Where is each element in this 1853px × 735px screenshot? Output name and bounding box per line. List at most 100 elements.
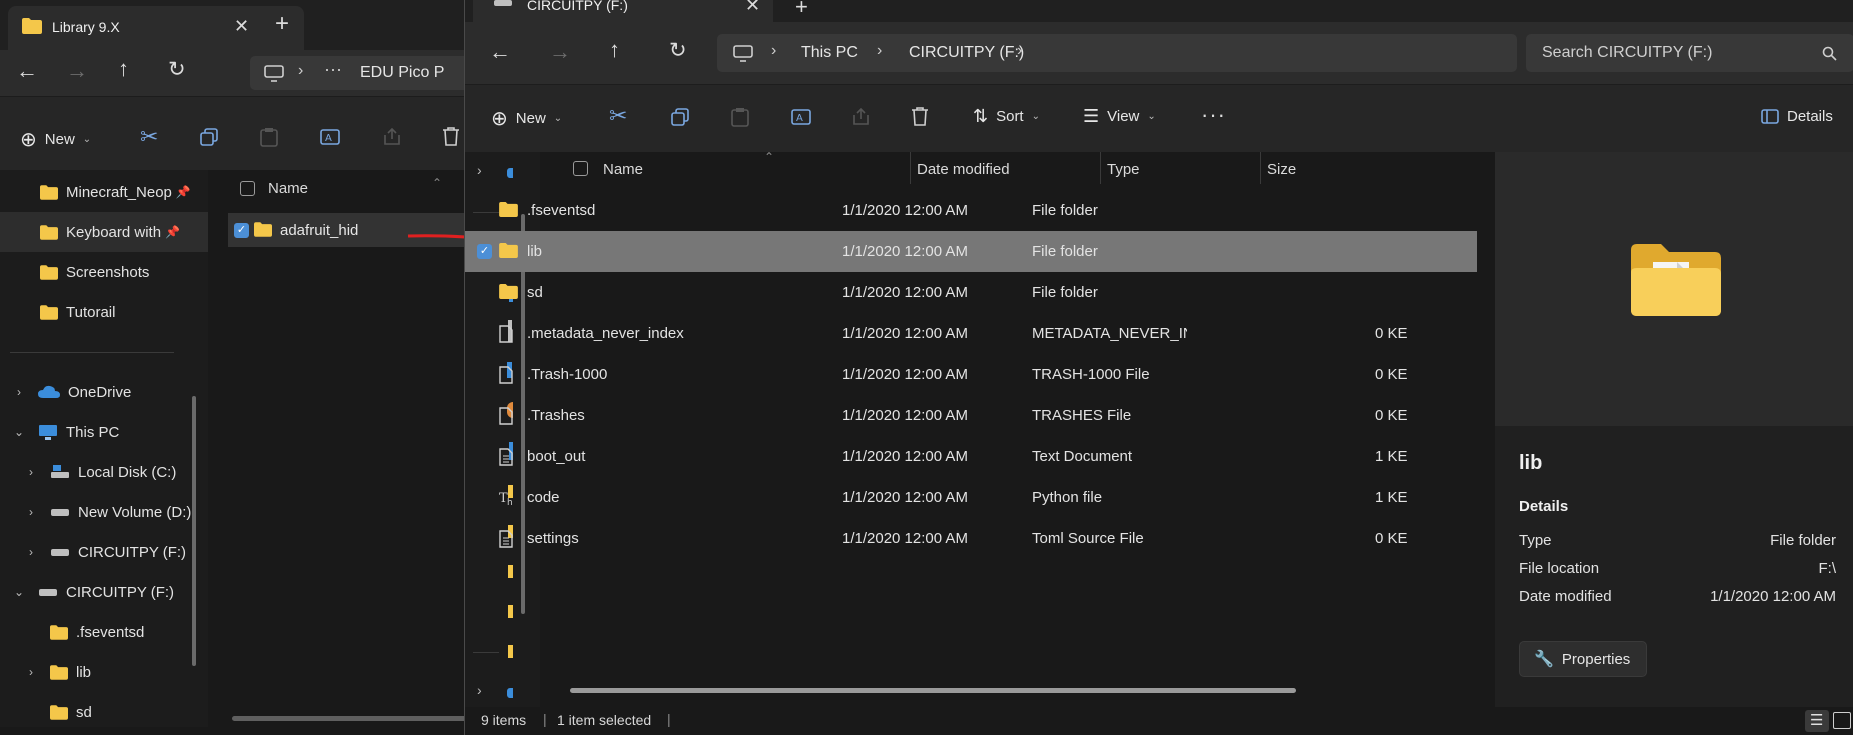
breadcrumb-this-pc[interactable]: This PC xyxy=(801,44,858,62)
paste-icon[interactable] xyxy=(260,127,278,147)
svg-text:h: h xyxy=(507,498,513,507)
quick-access-item[interactable]: Keyboard with 📌 xyxy=(40,212,180,252)
quick-access-item[interactable]: Minecraft_Neop 📌 xyxy=(40,172,191,212)
scrollbar-thumb[interactable] xyxy=(192,396,196,666)
file-row-size: 1 KE xyxy=(1375,448,1408,465)
file-row[interactable]: Th code 1/1/2020 12:00 AM Python file 1 KE xyxy=(465,477,1477,518)
close-icon[interactable]: ✕ xyxy=(234,16,249,37)
sort-icon: ⇅ xyxy=(973,106,989,126)
file-row[interactable]: boot_out 1/1/2020 12:00 AM Text Document 1 … xyxy=(465,436,1477,477)
column-divider[interactable] xyxy=(910,152,911,184)
column-header-size[interactable]: Size xyxy=(1267,161,1296,178)
horizontal-scrollbar[interactable] xyxy=(232,716,470,721)
up-arrow-icon[interactable]: ↑ xyxy=(609,37,620,63)
chevron-down-icon: ⌄ xyxy=(1031,111,1040,122)
new-tab-icon[interactable]: + xyxy=(795,0,808,20)
rename-icon[interactable]: A xyxy=(320,127,340,147)
file-row-size: 0 KE xyxy=(1375,407,1408,424)
back-tab[interactable]: Library 9.X ✕ xyxy=(8,6,304,50)
delete-icon[interactable] xyxy=(911,106,929,126)
file-row[interactable]: settings 1/1/2020 12:00 AM Toml Source Fil… xyxy=(465,518,1477,559)
back-address-bar[interactable]: › ··· EDU Pico P xyxy=(250,56,470,90)
large-icons-view-toggle[interactable] xyxy=(1833,712,1851,729)
back-arrow-icon[interactable]: ← xyxy=(489,39,511,65)
chevron-right-icon[interactable]: › xyxy=(1017,42,1022,60)
column-divider[interactable] xyxy=(1100,152,1101,184)
file-row[interactable]: sd 1/1/2020 12:00 AM File folder xyxy=(465,272,1477,313)
chevron-right-icon[interactable]: › xyxy=(477,682,482,698)
up-arrow-icon[interactable]: ↑ xyxy=(118,56,129,82)
new-button[interactable]: ⊕ New ⌄ xyxy=(491,106,562,131)
file-row[interactable]: .metadata_never_index 1/1/2020 12:00 AM ME… xyxy=(465,313,1477,354)
file-row-name: .Trashes xyxy=(527,407,585,424)
quick-access-item[interactable]: Screenshots xyxy=(40,252,149,292)
select-all-checkbox[interactable] xyxy=(240,181,255,196)
file-row[interactable]: .Trash-1000 1/1/2020 12:00 AM TRASH-1000 F… xyxy=(465,354,1477,395)
column-header-type[interactable]: Type xyxy=(1107,161,1140,178)
file-row-checkbox[interactable]: ✓ xyxy=(477,244,492,259)
breadcrumb-circuitpy[interactable]: CIRCUITPY (F:) xyxy=(909,44,1024,62)
new-tab-icon[interactable]: + xyxy=(275,10,289,38)
file-row[interactable]: ✓ lib 1/1/2020 12:00 AM File folder xyxy=(465,231,1477,272)
search-input[interactable]: Search CIRCUITPY (F:) xyxy=(1526,34,1853,72)
file-row-name: .fseventsd xyxy=(527,202,596,219)
forward-arrow-icon[interactable]: → xyxy=(549,39,571,65)
share-icon[interactable] xyxy=(382,127,402,147)
copy-icon[interactable] xyxy=(200,128,218,146)
file-row-type: File folder xyxy=(1032,243,1098,260)
onedrive-icon[interactable] xyxy=(507,168,513,178)
rename-icon[interactable]: A xyxy=(791,107,811,127)
column-header-name[interactable]: Name xyxy=(268,180,308,197)
folder-icon[interactable] xyxy=(508,645,513,658)
more-options-icon[interactable]: ··· xyxy=(1201,102,1226,128)
quick-access-item[interactable]: Tutorail xyxy=(40,292,115,332)
cut-icon[interactable]: ✂ xyxy=(140,124,158,150)
details-view-toggle[interactable]: ☰ xyxy=(1805,710,1829,732)
view-button[interactable]: ☰ View ⌄ xyxy=(1083,106,1156,127)
chevron-right-icon: › xyxy=(771,42,777,59)
chevron-right-icon: › xyxy=(29,505,33,519)
tree-item-this-pc[interactable]: ⌄ This PC xyxy=(12,412,119,452)
details-pane-button[interactable]: Details xyxy=(1761,108,1833,125)
copy-icon[interactable] xyxy=(671,108,689,126)
share-icon[interactable] xyxy=(851,107,871,127)
tree-item-folder[interactable]: › lib xyxy=(24,652,91,692)
status-item-count: 9 items xyxy=(481,712,527,728)
column-header-date[interactable]: Date modified xyxy=(917,161,1010,178)
tree-item-drive[interactable]: ⌄ CIRCUITPY (F:) xyxy=(12,572,174,612)
column-divider[interactable] xyxy=(1260,152,1261,184)
folder-icon[interactable] xyxy=(508,565,513,578)
delete-icon[interactable] xyxy=(442,126,460,146)
cut-icon[interactable]: ✂ xyxy=(609,103,627,129)
refresh-icon[interactable]: ↻ xyxy=(168,57,186,82)
tree-item-onedrive[interactable]: › OneDrive xyxy=(12,372,131,412)
onedrive-icon[interactable] xyxy=(507,688,513,698)
close-icon[interactable]: ✕ xyxy=(745,0,760,16)
horizontal-scrollbar[interactable] xyxy=(570,688,1296,693)
more-icon[interactable]: ··· xyxy=(324,59,342,80)
folder-icon xyxy=(22,18,42,34)
new-button[interactable]: ⊕ New ⌄ xyxy=(20,127,91,152)
folder-icon[interactable] xyxy=(508,605,513,618)
back-arrow-icon[interactable]: ← xyxy=(16,58,38,84)
forward-arrow-icon[interactable]: → xyxy=(66,58,88,84)
file-row[interactable]: .fseventsd 1/1/2020 12:00 AM File folder xyxy=(465,190,1477,231)
file-row-size xyxy=(1375,272,1415,313)
paste-icon[interactable] xyxy=(731,107,749,127)
tree-item-drive[interactable]: › New Volume (D:) xyxy=(24,492,191,532)
column-header-name[interactable]: Name xyxy=(603,161,643,178)
front-tab[interactable]: CIRCUITPY (F:) ✕ xyxy=(473,0,773,22)
tree-item-folder[interactable]: sd xyxy=(50,692,92,732)
tree-item-drive[interactable]: › CIRCUITPY (F:) xyxy=(24,532,186,572)
properties-button[interactable]: 🔧 Properties xyxy=(1519,641,1647,677)
large-folder-icon xyxy=(1631,244,1721,316)
select-all-checkbox[interactable] xyxy=(573,161,588,176)
sort-button[interactable]: ⇅ Sort ⌄ xyxy=(973,106,1040,127)
tree-item-folder[interactable]: .fseventsd xyxy=(50,612,144,652)
front-address-bar[interactable]: › This PC › CIRCUITPY (F:) › xyxy=(717,34,1517,72)
chevron-right-icon[interactable]: › xyxy=(477,162,482,178)
file-row[interactable]: .Trashes 1/1/2020 12:00 AM TRASHES File 0 K… xyxy=(465,395,1477,436)
file-row-checkbox[interactable]: ✓ xyxy=(234,223,249,238)
refresh-icon[interactable]: ↻ xyxy=(669,38,687,63)
tree-item-drive[interactable]: › Local Disk (C:) xyxy=(24,452,176,492)
